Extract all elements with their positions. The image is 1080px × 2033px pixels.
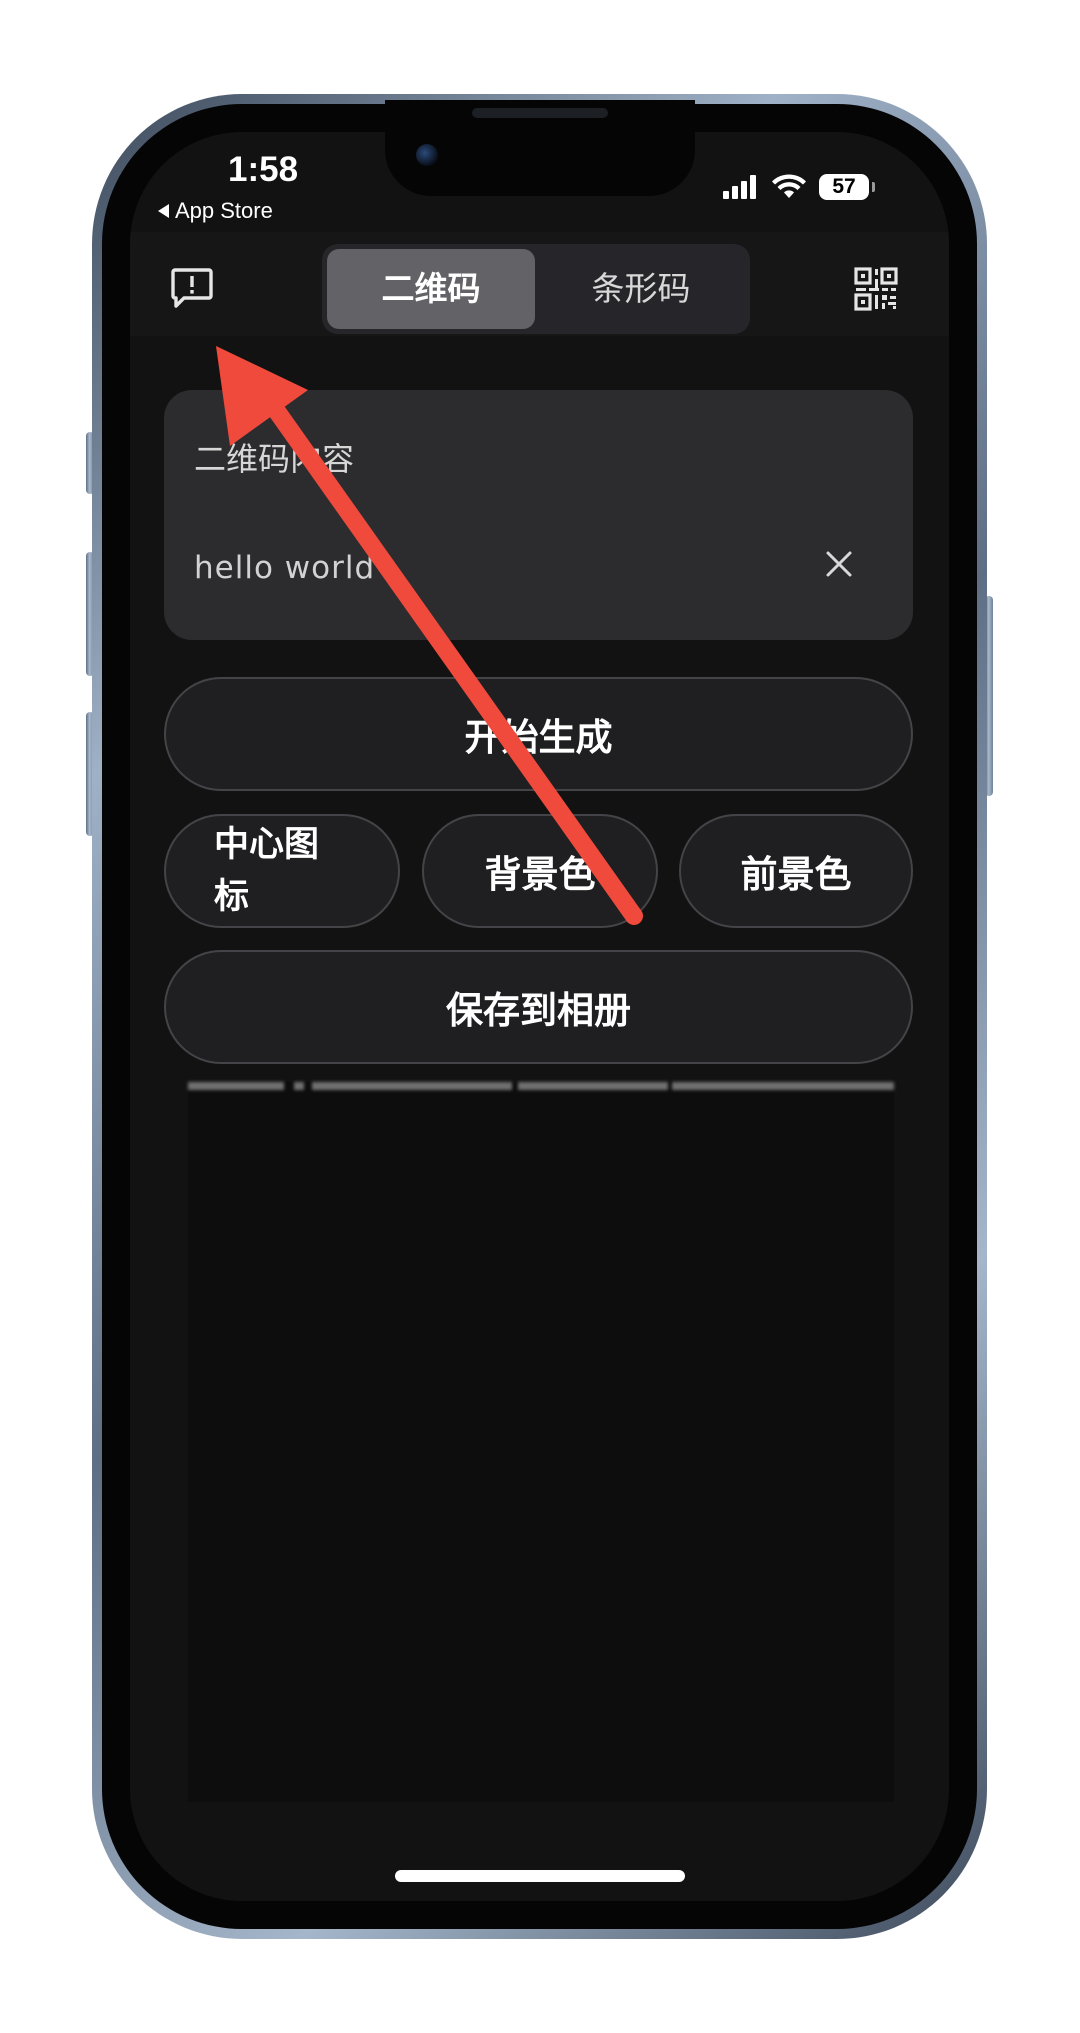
qr-preview-edge [672, 1082, 894, 1090]
qr-content-label: 二维码内容 [194, 440, 355, 478]
qr-preview-edge [294, 1082, 304, 1090]
back-to-app-store[interactable]: App Store [158, 198, 273, 224]
status-time: 1:58 [228, 150, 299, 189]
center-icon-button[interactable]: 中心图标 [164, 814, 400, 928]
foreground-color-button[interactable]: 前景色 [679, 814, 913, 928]
tab-qrcode[interactable]: 二维码 [327, 249, 535, 329]
qr-scan-icon[interactable] [853, 266, 899, 312]
center-icon-button-label: 中心图标 [214, 825, 320, 917]
battery-indicator: 57 [819, 174, 875, 200]
phone-screen: 1:58 App Store 57 二维码 条形码 二维码内容 hello wo… [130, 132, 949, 1901]
segmented-control: 二维码 条形码 [322, 244, 750, 334]
tab-barcode[interactable]: 条形码 [537, 249, 745, 329]
qr-preview-edge [312, 1082, 512, 1090]
wifi-icon [772, 174, 806, 198]
front-camera [416, 144, 438, 166]
qr-preview-edge [188, 1082, 284, 1090]
feedback-icon[interactable] [170, 266, 214, 310]
generate-button[interactable]: 开始生成 [164, 677, 913, 791]
speaker-grille [472, 108, 608, 118]
close-icon[interactable] [821, 546, 857, 582]
background-color-button[interactable]: 背景色 [422, 814, 658, 928]
back-arrow-icon [158, 204, 169, 218]
back-label: App Store [175, 198, 273, 223]
stage: 1:58 App Store 57 二维码 条形码 二维码内容 hello wo… [0, 0, 1080, 2033]
signal-icon [723, 175, 759, 199]
qr-preview-area [188, 1082, 894, 1802]
qr-preview-edge [518, 1082, 668, 1090]
qr-content-card: 二维码内容 hello world [164, 390, 913, 640]
save-to-album-button[interactable]: 保存到相册 [164, 950, 913, 1064]
home-indicator[interactable] [395, 1870, 685, 1882]
status-icons: 57 [723, 174, 875, 200]
qr-content-input[interactable]: hello world [194, 550, 375, 586]
